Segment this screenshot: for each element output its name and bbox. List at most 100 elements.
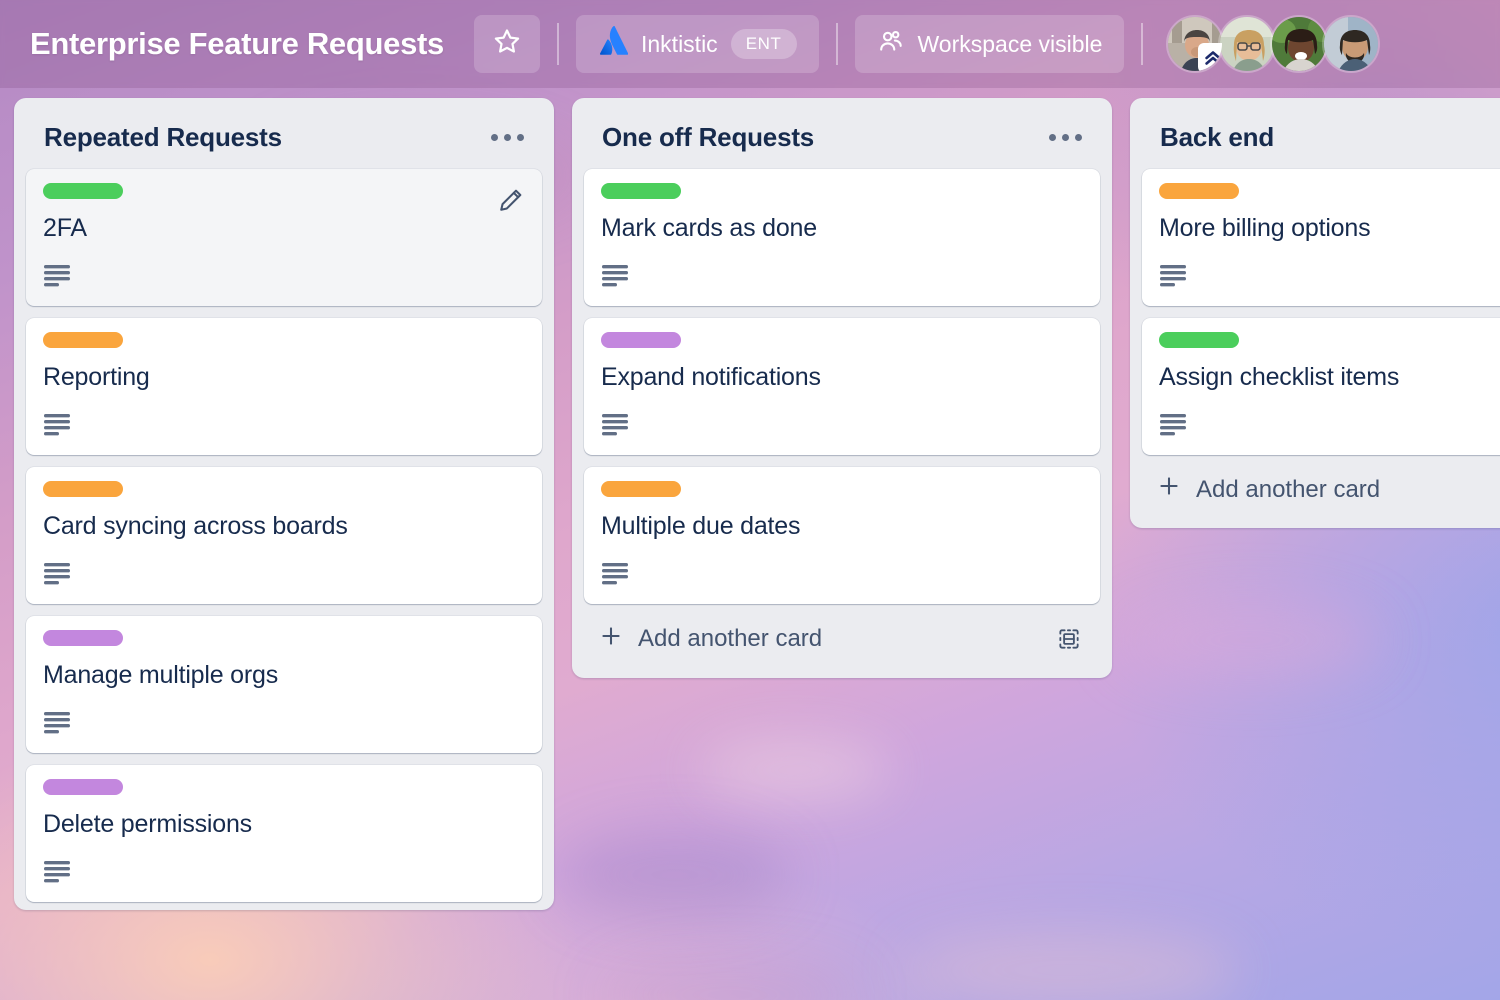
card-title: Card syncing across boards — [43, 511, 526, 541]
add-another-card-button[interactable]: Add another card — [1156, 473, 1380, 506]
add-another-card-button[interactable]: Add another card — [598, 623, 822, 656]
green-label[interactable] — [601, 183, 681, 199]
list-actions-button[interactable] — [479, 124, 536, 151]
card-badges — [43, 263, 526, 292]
board-header: Enterprise Feature Requests — [0, 0, 1500, 88]
card[interactable]: 2FA — [26, 169, 542, 306]
more-dot — [1049, 134, 1056, 141]
card-title: Mark cards as done — [601, 213, 1084, 243]
more-dot — [1062, 134, 1069, 141]
add-card-footer[interactable]: Add another card — [1142, 455, 1500, 520]
list-actions-button[interactable] — [1037, 124, 1094, 151]
add-card-label: Add another card — [638, 625, 822, 653]
list-column: Back end More billing options Assign che… — [1130, 98, 1500, 528]
add-card-footer[interactable]: Add another card — [584, 604, 1100, 670]
description-icon — [43, 859, 73, 888]
card-badges — [43, 561, 526, 590]
visibility-label: Workspace visible — [918, 31, 1103, 58]
description-icon — [1159, 412, 1189, 441]
header-divider — [836, 23, 838, 65]
header-divider — [557, 23, 559, 65]
card-list: Mark cards as done Expand notifications — [584, 169, 1100, 604]
description-icon — [43, 710, 73, 739]
premium-chevron-icon — [1198, 43, 1224, 73]
avatar-image — [1324, 17, 1378, 71]
avatar[interactable] — [1166, 15, 1224, 73]
card[interactable]: Manage multiple orgs — [26, 616, 542, 753]
visibility-button[interactable]: Workspace visible — [855, 15, 1125, 73]
purple-label[interactable] — [601, 332, 681, 348]
star-icon — [493, 27, 521, 61]
orange-label[interactable] — [1159, 183, 1239, 199]
card-title: Delete permissions — [43, 809, 526, 839]
more-dot — [504, 134, 511, 141]
list-title: One off Requests — [602, 122, 814, 153]
card-list: 2FA Reporting Ca — [26, 169, 542, 902]
atlassian-logo-icon — [598, 26, 628, 62]
card[interactable]: Mark cards as done — [584, 169, 1100, 306]
card-template-icon[interactable] — [1052, 622, 1086, 656]
description-icon — [43, 412, 73, 441]
green-label[interactable] — [1159, 332, 1239, 348]
card[interactable]: Expand notifications — [584, 318, 1100, 455]
plus-icon — [598, 623, 624, 656]
card-badges — [43, 412, 526, 441]
card-title: Assign checklist items — [1159, 362, 1500, 392]
list-title: Back end — [1160, 122, 1274, 153]
description-icon — [601, 263, 631, 292]
list-header: One off Requests — [584, 108, 1100, 169]
card-title: Reporting — [43, 362, 526, 392]
avatar[interactable] — [1270, 15, 1328, 73]
workspace-name: Inktistic — [641, 31, 718, 58]
pencil-icon[interactable] — [494, 183, 528, 217]
card[interactable]: Delete permissions — [26, 765, 542, 902]
card-badges — [43, 859, 526, 888]
avatar-image — [1272, 17, 1326, 71]
add-card-label: Add another card — [1196, 476, 1380, 504]
avatar[interactable] — [1322, 15, 1380, 73]
trello-board: Enterprise Feature Requests — [0, 0, 1500, 1000]
card-badges — [601, 263, 1084, 292]
description-icon — [601, 561, 631, 590]
card-title: Expand notifications — [601, 362, 1084, 392]
card-title: 2FA — [43, 213, 526, 243]
orange-label[interactable] — [601, 481, 681, 497]
board-lists: Repeated Requests 2FA Reporting — [0, 88, 1500, 910]
card[interactable]: Multiple due dates — [584, 467, 1100, 604]
description-icon — [43, 561, 73, 590]
card-badges — [43, 710, 526, 739]
avatar-image — [1220, 17, 1274, 71]
purple-label[interactable] — [43, 630, 123, 646]
avatar[interactable] — [1218, 15, 1276, 73]
star-board-button[interactable] — [474, 15, 540, 73]
card-title: Multiple due dates — [601, 511, 1084, 541]
member-avatars — [1166, 15, 1380, 73]
card-title: Manage multiple orgs — [43, 660, 526, 690]
list-title: Repeated Requests — [44, 122, 282, 153]
orange-label[interactable] — [43, 332, 123, 348]
description-icon — [1159, 263, 1189, 292]
card[interactable]: More billing options — [1142, 169, 1500, 306]
orange-label[interactable] — [43, 481, 123, 497]
card[interactable]: Reporting — [26, 318, 542, 455]
list-header: Repeated Requests — [26, 108, 542, 169]
people-icon — [877, 27, 905, 61]
list-column: Repeated Requests 2FA Reporting — [14, 98, 554, 910]
purple-label[interactable] — [43, 779, 123, 795]
plan-badge: ENT — [731, 29, 797, 59]
card[interactable]: Card syncing across boards — [26, 467, 542, 604]
card-badges — [1159, 263, 1500, 292]
more-dot — [1075, 134, 1082, 141]
workspace-button[interactable]: Inktistic ENT — [576, 15, 819, 73]
card-title: More billing options — [1159, 213, 1500, 243]
description-icon — [601, 412, 631, 441]
header-divider — [1141, 23, 1143, 65]
card-badges — [601, 561, 1084, 590]
list-header: Back end — [1142, 108, 1500, 169]
card-badges — [1159, 412, 1500, 441]
card[interactable]: Assign checklist items — [1142, 318, 1500, 455]
more-dot — [491, 134, 498, 141]
green-label[interactable] — [43, 183, 123, 199]
cloud-wisp — [600, 960, 860, 1000]
description-icon — [43, 263, 73, 292]
